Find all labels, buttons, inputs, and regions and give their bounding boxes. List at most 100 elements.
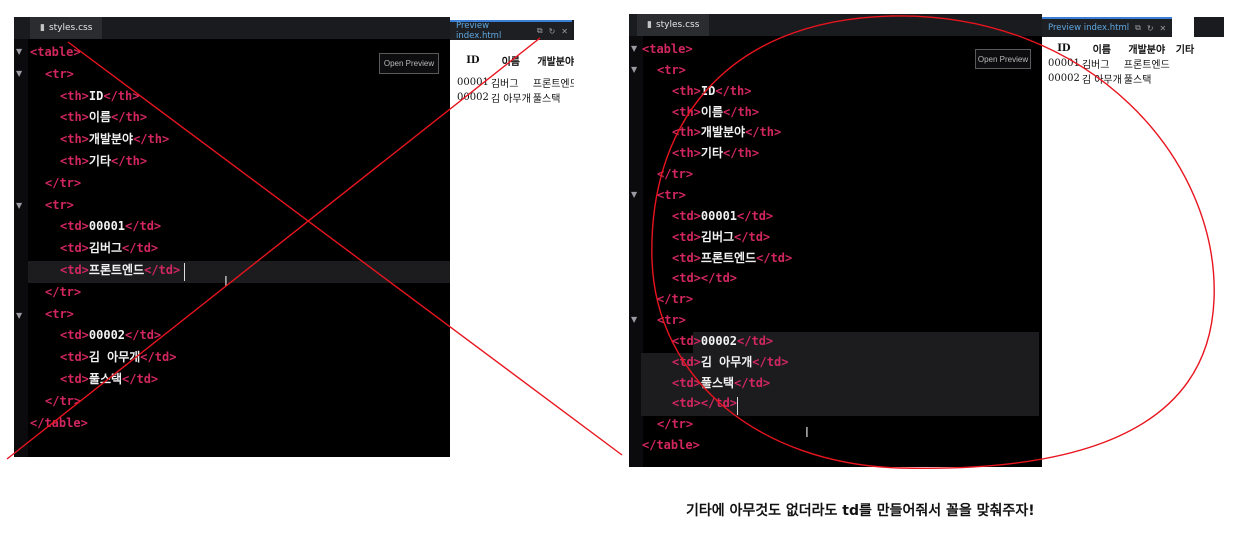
right-editor-tab[interactable]: ▮ styles.css [637,14,710,36]
code-tag: <table> [30,45,81,59]
code-line[interactable]: <td></td> [672,393,737,414]
preview-header-cell: ID [466,54,480,66]
code-line[interactable]: <td>00001</td> [60,216,161,237]
code-tag: <td> [672,333,701,348]
code-line[interactable]: <th>개발분야</th> [60,129,169,150]
code-tag: </td> [144,263,181,277]
preview-cell: 김버그 [1081,60,1110,71]
code-line[interactable]: <tr> [657,60,686,81]
refresh-icon[interactable]: ↻ [1147,24,1154,33]
preview-header-cell: 개발분야 [537,56,574,68]
code-tag: </th> [111,110,148,125]
fold-arrow-icon[interactable]: ▼ [631,315,637,324]
preview-cell: 김 아무개 [1081,75,1122,86]
code-tag: <th> [60,154,89,168]
left-editor-tab[interactable]: ▮ styles.css [30,17,103,39]
fold-arrow-icon[interactable]: ▼ [16,47,22,56]
code-tag: </tr> [45,393,82,408]
code-tag: <td> [672,375,701,390]
code-line[interactable]: <tr> [657,310,686,331]
code-line[interactable]: </table> [30,413,88,434]
code-line[interactable]: <tr> [45,195,74,216]
code-line[interactable]: </table> [642,435,700,456]
code-line[interactable]: <td>00002</td> [60,325,161,346]
code-line[interactable]: <th>개발분야</th> [672,122,781,143]
code-line[interactable]: <td>프론트엔드</td> [60,260,180,281]
fold-arrow-icon[interactable]: ▼ [16,69,22,78]
code-line[interactable]: <td>00001</td> [672,206,773,227]
left-editor: ▮ styles.css ▼ ▼ ▼ ▼ <table> <tr> <th>ID</… [14,17,450,457]
left-text-caret [184,263,185,281]
close-icon[interactable]: ✕ [561,27,568,36]
preview-header-cell: 기타 [1175,45,1195,56]
code-tag: </td> [122,241,159,256]
code-line[interactable]: </tr> [45,173,81,194]
open-external-icon[interactable]: ⧉ [1135,23,1141,33]
code-line[interactable]: <table> [30,42,81,63]
code-text: 기타 [700,146,723,161]
code-line[interactable]: <td>김버그</td> [60,238,158,259]
preview-header-cell: 이름 [501,56,520,68]
code-tag: </th> [745,125,782,140]
right-preview-table: ID 이름 개발분야 기타 00001 김버그 프론트엔드 00002 김 아무개 풀스택 [1047,41,1199,86]
left-editor-tabbar: ▮ styles.css [14,17,450,39]
code-text: 김 아무개 [700,354,753,369]
preview-cell: 프론트엔드 [1123,60,1170,71]
code-tag: </table> [30,415,88,430]
preview-cell [1171,56,1199,71]
left-open-preview-button[interactable]: Open Preview [379,53,439,74]
fold-arrow-icon[interactable]: ▼ [16,311,22,320]
code-tag: <td> [60,219,89,234]
code-line[interactable]: <th>이름</th> [672,102,759,123]
preview-row: 00001김버그 프론트엔드 [1047,56,1199,71]
code-line[interactable]: </tr> [657,414,693,435]
code-line[interactable]: <td></td> [672,268,737,289]
open-external-icon[interactable]: ⧉ [537,26,543,36]
refresh-icon[interactable]: ↻ [549,27,556,36]
text-cursor-icon: I [805,426,809,441]
code-line[interactable]: </tr> [45,391,81,412]
preview-cell: 김 아무개 [490,94,531,105]
right-open-preview-button[interactable]: Open Preview [975,49,1031,69]
code-line[interactable]: <tr> [45,304,74,325]
fold-arrow-icon[interactable]: ▼ [631,190,637,199]
left-editor-tab-label: styles.css [48,23,93,33]
preview-cell: 00001 [457,77,489,88]
code-tag: </td> [125,328,162,343]
code-line[interactable]: <td>김버그</td> [672,227,770,248]
code-line[interactable]: <td>풀스택</td> [60,369,158,390]
code-line[interactable]: <td>00002</td> [672,331,773,352]
preview-header-cell: 이름 [1092,45,1111,56]
code-tag: </td> [140,350,177,365]
code-line[interactable]: <table> [642,39,693,60]
code-line[interactable]: <th>ID</th> [672,81,751,102]
preview-cell: 프론트엔드 [532,79,574,90]
code-line[interactable]: <th>이름</th> [60,107,147,128]
code-line[interactable]: <tr> [45,64,74,85]
code-tag: </th> [723,104,760,119]
code-line[interactable]: <tr> [657,185,686,206]
fold-arrow-icon[interactable]: ▼ [631,65,637,74]
code-line[interactable]: <td>프론트엔드</td> [672,248,792,269]
code-tag: </table> [642,438,700,453]
fold-arrow-icon[interactable]: ▼ [631,44,637,53]
left-preview-tab[interactable]: Preview index.html ⧉ ↻ ✕ [450,20,574,41]
code-line[interactable]: <td>김 아무개</td> [60,347,176,368]
code-line[interactable]: <th>기타</th> [672,143,759,164]
code-line[interactable]: <th>ID</th> [60,86,139,107]
code-tag: <td> [60,328,89,343]
code-line[interactable]: <th>기타</th> [60,151,147,172]
right-preview-tab[interactable]: Preview index.html ⧉ ↻ ✕ [1042,17,1173,37]
code-tag: </th> [111,154,148,168]
code-line[interactable]: </tr> [657,164,693,185]
code-line[interactable]: </tr> [657,289,693,310]
preview-cell [1171,71,1199,86]
code-tag: <td> [60,372,89,386]
code-line[interactable]: <td>풀스택</td> [672,373,770,394]
code-line[interactable]: </tr> [45,282,81,303]
close-icon[interactable]: ✕ [1160,24,1167,33]
fold-arrow-icon[interactable]: ▼ [16,201,22,210]
code-tag: <tr> [45,66,74,81]
code-tag: </td> [752,354,789,369]
code-line[interactable]: <td>김 아무개</td> [672,352,788,373]
